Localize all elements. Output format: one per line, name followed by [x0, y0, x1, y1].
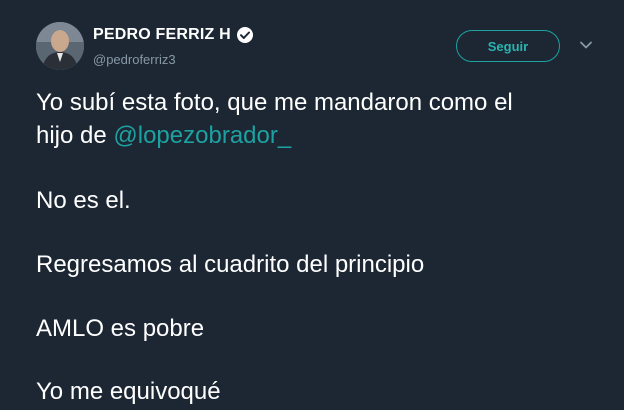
- tweet-line-1: Yo subí esta foto, que me mandaron como …: [36, 89, 513, 116]
- verified-badge-icon: [236, 26, 254, 44]
- display-name[interactable]: PEDRO FERRIZ H: [93, 26, 231, 44]
- mention-link[interactable]: @lopezobrador_: [113, 122, 291, 149]
- tweet-paragraph-2: No es el.: [36, 187, 131, 214]
- tweet-paragraph-3: Regresamos al cuadrito del principio: [36, 251, 425, 278]
- name-row: PEDRO FERRIZ H: [93, 26, 254, 44]
- tweet-line-2-prefix: hijo de: [36, 122, 114, 149]
- chevron-down-icon[interactable]: [579, 38, 593, 52]
- tweet-header: PEDRO FERRIZ H @pedroferriz3 Seguir: [36, 22, 606, 74]
- tweet-text: Yo subí esta foto, que me mandaron como …: [36, 86, 606, 405]
- follow-button[interactable]: Seguir: [456, 30, 560, 62]
- user-handle[interactable]: @pedroferriz3: [93, 52, 176, 67]
- tweet-paragraph-5: Yo me equivoqué: [36, 378, 221, 405]
- avatar-photo-icon: [36, 22, 84, 70]
- tweet-paragraph-1: Yo subí esta foto, que me mandaron como …: [36, 86, 606, 152]
- tweet-paragraph-4: AMLO es pobre: [36, 315, 205, 342]
- avatar[interactable]: [36, 22, 84, 70]
